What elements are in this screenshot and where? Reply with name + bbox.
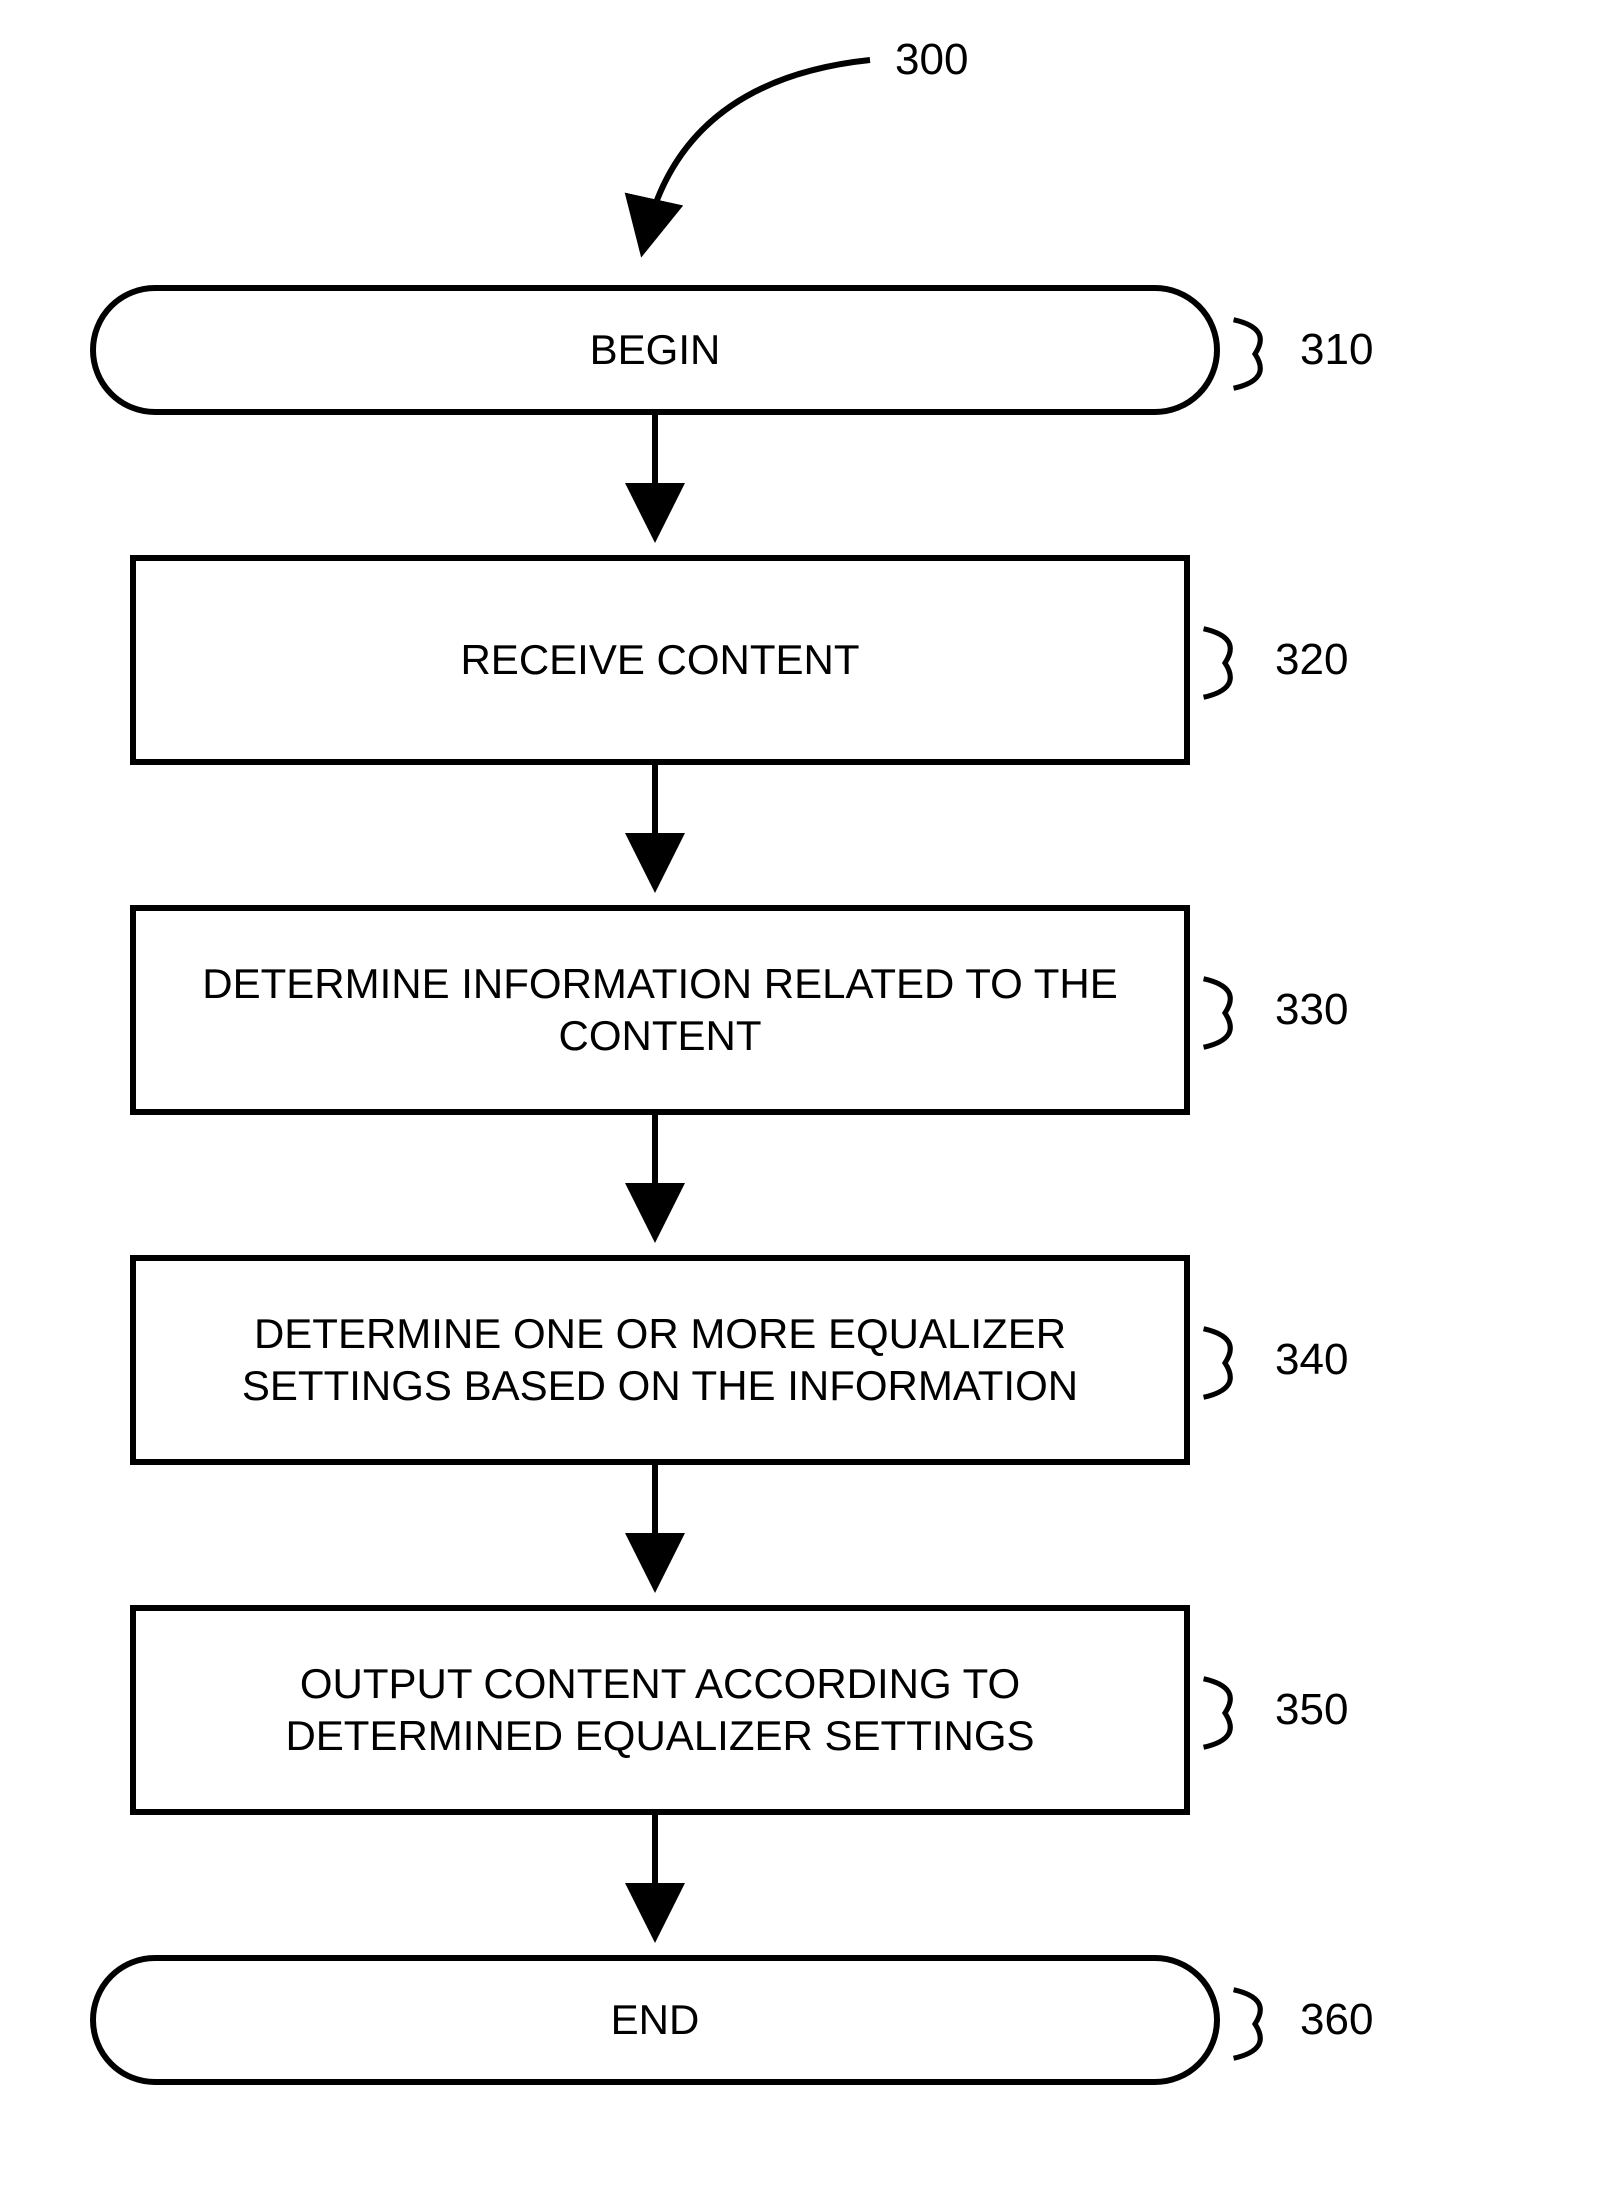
figure-ref-arrow — [610, 40, 930, 270]
node-begin-label: BEGIN — [590, 324, 721, 377]
node-s340-ref: 340 — [1275, 1335, 1348, 1385]
node-end-ref: 360 — [1300, 1995, 1373, 2045]
node-s320-label: RECEIVE CONTENT — [460, 634, 859, 687]
arrow-320-to-330 — [640, 765, 670, 905]
arrow-340-to-350 — [640, 1465, 670, 1605]
node-s350: OUTPUT CONTENT ACCORDING TO DETERMINED E… — [130, 1605, 1190, 1815]
node-s340-label: DETERMINE ONE OR MORE EQUALIZER SETTINGS… — [166, 1308, 1154, 1413]
node-end-bracket — [1225, 1964, 1285, 2084]
node-begin: BEGIN — [90, 285, 1220, 415]
node-begin-ref: 310 — [1300, 325, 1373, 375]
node-s330: DETERMINE INFORMATION RELATED TO THE CON… — [130, 905, 1190, 1115]
node-end-label: END — [611, 1994, 700, 2047]
flowchart-canvas: 300 BEGIN 310 RECEIVE CONTENT 320 DETERM… — [0, 0, 1623, 2206]
node-s320: RECEIVE CONTENT — [130, 555, 1190, 765]
node-s350-label: OUTPUT CONTENT ACCORDING TO DETERMINED E… — [166, 1658, 1154, 1763]
node-s340-bracket — [1195, 1303, 1255, 1423]
node-begin-bracket — [1225, 294, 1285, 414]
figure-ref-label: 300 — [895, 35, 968, 85]
node-s330-label: DETERMINE INFORMATION RELATED TO THE CON… — [166, 958, 1154, 1063]
arrow-330-to-340 — [640, 1115, 670, 1255]
node-s350-ref: 350 — [1275, 1685, 1348, 1735]
node-s340: DETERMINE ONE OR MORE EQUALIZER SETTINGS… — [130, 1255, 1190, 1465]
arrow-begin-to-320 — [640, 415, 670, 555]
arrow-350-to-end — [640, 1815, 670, 1955]
node-s330-ref: 330 — [1275, 985, 1348, 1035]
node-s350-bracket — [1195, 1653, 1255, 1773]
node-s320-bracket — [1195, 603, 1255, 723]
node-s320-ref: 320 — [1275, 635, 1348, 685]
node-end: END — [90, 1955, 1220, 2085]
node-s330-bracket — [1195, 953, 1255, 1073]
